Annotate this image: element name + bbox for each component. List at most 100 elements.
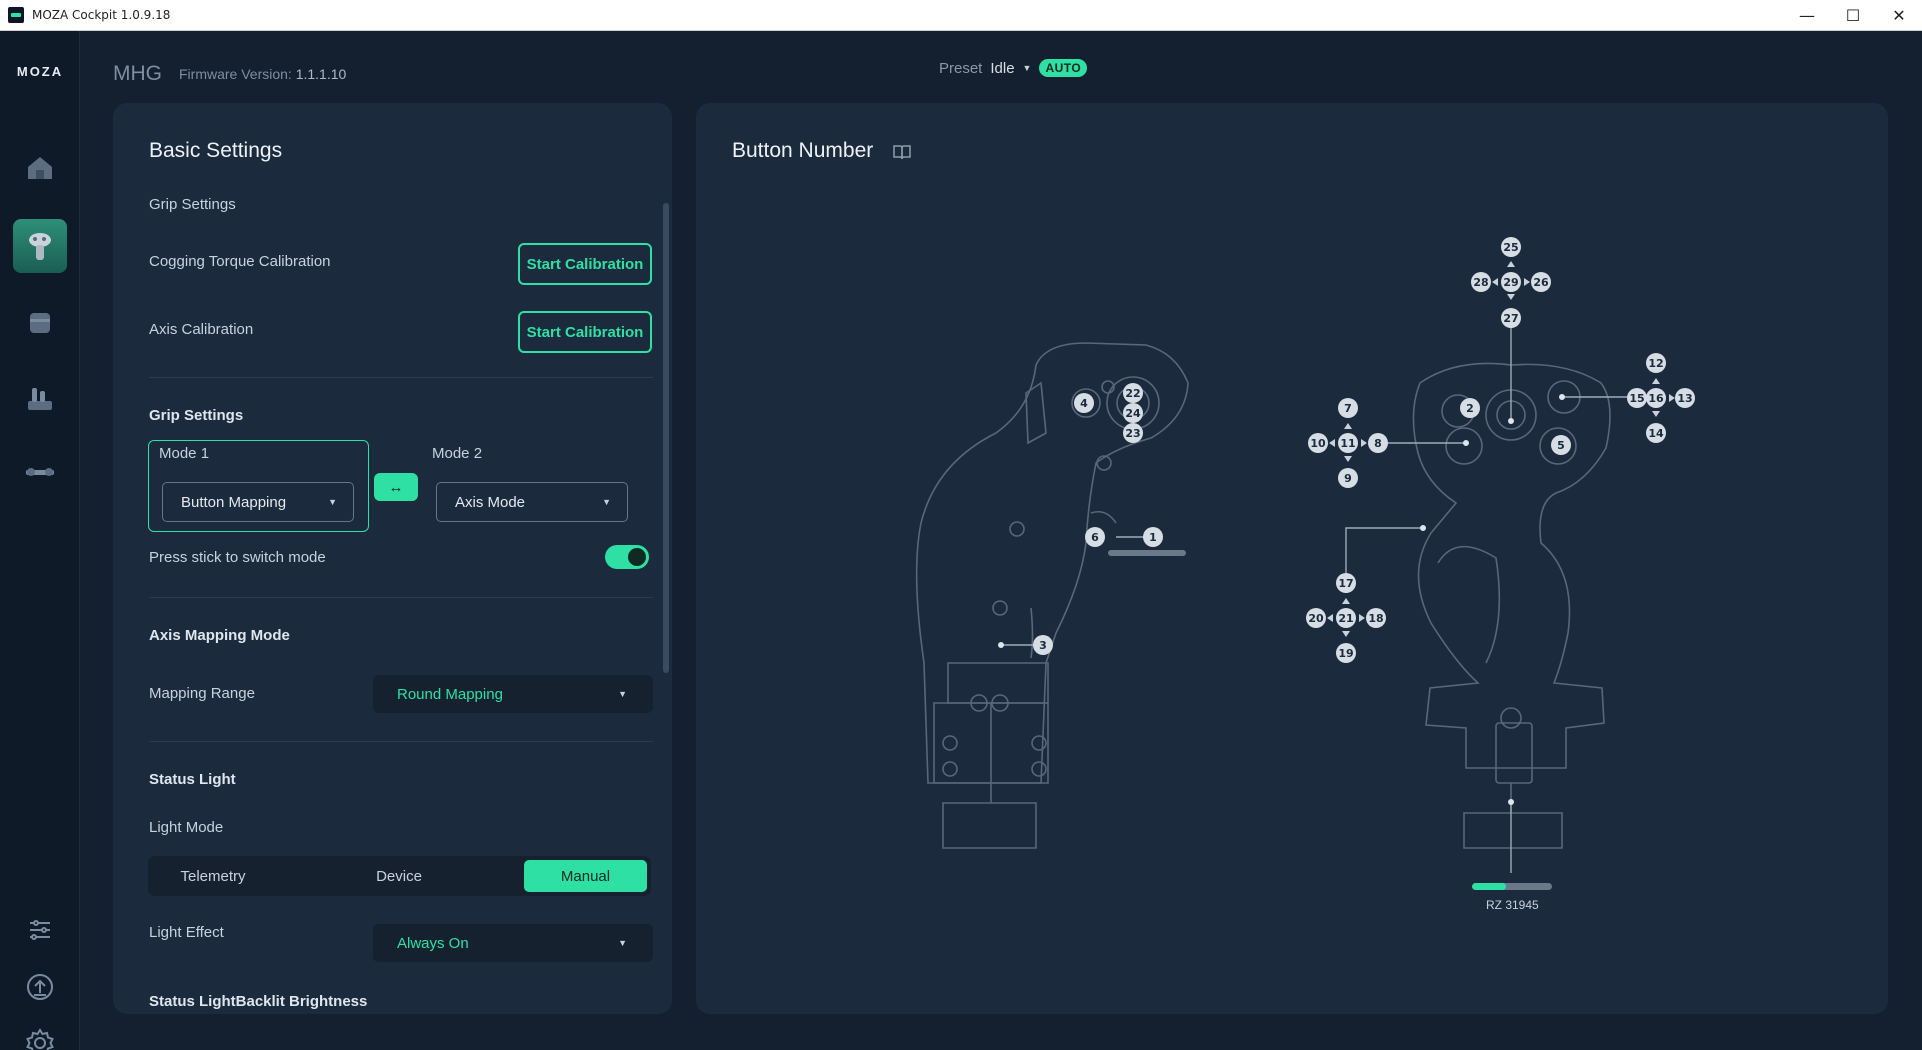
rudder-icon xyxy=(26,468,54,476)
swap-modes-button[interactable]: ↔ xyxy=(374,473,418,501)
button-badge-label-11: 11 xyxy=(1340,437,1355,450)
button-badge-label-5: 5 xyxy=(1557,439,1565,452)
button-badge-label-25: 25 xyxy=(1503,241,1518,254)
sidebar-item-joystick[interactable] xyxy=(13,219,67,273)
preset-label: Preset xyxy=(939,59,983,77)
window-controls: — ☐ ✕ xyxy=(1784,0,1922,31)
leader-lines xyxy=(1001,323,1633,873)
window-titlebar: MOZA Cockpit 1.0.9.18 — ☐ ✕ xyxy=(0,0,1922,31)
upload-icon xyxy=(27,974,53,1000)
auto-badge[interactable]: AUTO xyxy=(1039,59,1088,77)
button-badge-label-13: 13 xyxy=(1677,392,1692,405)
base-icon xyxy=(30,313,50,333)
button-badge-label-3: 3 xyxy=(1039,639,1047,652)
preset-value: Idle xyxy=(990,59,1015,77)
sidebar-item-tuning[interactable] xyxy=(13,903,67,957)
preset-selector[interactable]: Preset Idle ▼ AUTO xyxy=(939,59,1088,77)
press-stick-toggle[interactable] xyxy=(605,545,649,569)
joystick-icon xyxy=(29,233,51,260)
button-badge-label-9: 9 xyxy=(1344,472,1352,485)
button-badge-label-24: 24 xyxy=(1125,407,1141,420)
firmware-value: 1.1.1.10 xyxy=(295,66,347,82)
chevron-down-icon: ▼ xyxy=(328,497,337,507)
grip-side-view xyxy=(915,342,1189,849)
cogging-start-calibration-button[interactable]: Start Calibration xyxy=(518,243,652,285)
chevron-down-icon: ▼ xyxy=(1022,63,1032,73)
light-effect-label: Light Effect xyxy=(149,924,224,941)
home-icon xyxy=(28,157,52,179)
divider xyxy=(149,741,653,742)
gear-icon xyxy=(26,1028,54,1050)
backlit-brightness-heading: Status LightBacklit Brightness xyxy=(149,993,368,1010)
sidebar-item-home[interactable] xyxy=(13,141,67,195)
basic-settings-panel: Basic Settings Grip Settings Cogging Tor… xyxy=(113,103,672,1014)
light-mode-label: Light Mode xyxy=(149,819,224,836)
sidebar-item-rudder[interactable] xyxy=(13,445,67,499)
firmware-label: Firmware Version: xyxy=(179,66,292,82)
button-badge-label-29: 29 xyxy=(1503,276,1518,289)
scrollbar[interactable] xyxy=(663,203,669,673)
button-badge-label-21: 21 xyxy=(1338,612,1353,625)
mode2-select[interactable]: Axis Mode ▼ xyxy=(436,482,628,522)
mapping-range-select[interactable]: Round Mapping ▼ xyxy=(373,675,653,713)
light-mode-device[interactable]: Device xyxy=(338,860,460,892)
side-rz-bar xyxy=(1108,550,1186,556)
button-badge-label-26: 26 xyxy=(1533,276,1549,289)
press-stick-label: Press stick to switch mode xyxy=(149,549,326,566)
rz-axis-fill xyxy=(1472,883,1506,890)
mapping-range-value: Round Mapping xyxy=(397,685,503,703)
grip-settings-heading: Grip Settings xyxy=(149,407,244,424)
button-badge-label-12: 12 xyxy=(1648,357,1663,370)
mode2-label: Mode 2 xyxy=(432,445,483,462)
mode1-label: Mode 1 xyxy=(159,445,210,462)
close-button[interactable]: ✕ xyxy=(1876,0,1922,31)
light-mode-manual[interactable]: Manual xyxy=(524,860,647,892)
divider xyxy=(149,377,653,378)
minimize-button[interactable]: — xyxy=(1784,0,1830,31)
button-badge-label-15: 15 xyxy=(1629,392,1644,405)
light-mode-segmented: Telemetry Device Manual xyxy=(148,856,651,896)
mode1-select[interactable]: Button Mapping ▼ xyxy=(162,482,354,522)
light-mode-telemetry[interactable]: Telemetry xyxy=(152,860,274,892)
button-badge-label-16: 16 xyxy=(1648,392,1664,405)
chevron-down-icon: ▼ xyxy=(602,497,611,507)
button-badge-label-8: 8 xyxy=(1374,437,1382,450)
mapping-range-label: Mapping Range xyxy=(149,685,255,702)
rz-axis-label: RZ 31945 xyxy=(1486,898,1539,912)
mode2-value: Axis Mode xyxy=(455,493,526,511)
sidebar-item-throttle[interactable] xyxy=(13,371,67,425)
sliders-icon xyxy=(30,920,50,940)
button-badge-label-14: 14 xyxy=(1648,427,1664,440)
button-badge-label-17: 17 xyxy=(1338,577,1353,590)
sidebar-item-settings[interactable] xyxy=(13,1016,67,1050)
button-badge-label-23: 23 xyxy=(1125,427,1140,440)
button-badge-label-4: 4 xyxy=(1080,397,1088,410)
button-badge-label-2: 2 xyxy=(1466,402,1474,415)
basic-settings-title: Basic Settings xyxy=(149,139,283,162)
button-badge-label-10: 10 xyxy=(1310,437,1326,450)
button-badges: 2528 29 26271215 16 1314710 11 891720 21 1819254… xyxy=(1033,237,1695,663)
button-badge-label-6: 6 xyxy=(1091,531,1099,544)
divider xyxy=(149,597,653,598)
button-badge-label-7: 7 xyxy=(1344,402,1352,415)
window-title: MOZA Cockpit 1.0.9.18 xyxy=(32,8,171,22)
grip-diagram: 2528 29 26271215 16 1314710 11 891720 21 1819254… xyxy=(915,237,1695,873)
throttle-icon xyxy=(28,388,52,410)
light-effect-select[interactable]: Always On ▼ xyxy=(373,924,653,962)
chevron-down-icon: ▼ xyxy=(618,938,627,948)
firmware-version: Firmware Version: 1.1.1.10 xyxy=(179,66,346,82)
button-number-panel: Button Number 25 28 29 26 27 12 15 16 13… xyxy=(696,103,1888,1014)
moza-logo: MOZA xyxy=(16,64,64,79)
status-light-heading: Status Light xyxy=(149,771,236,788)
maximize-button[interactable]: ☐ xyxy=(1830,0,1876,31)
mode1-value: Button Mapping xyxy=(181,493,287,511)
sidebar-item-update[interactable] xyxy=(13,960,67,1014)
sidebar-item-base[interactable] xyxy=(13,295,67,349)
sidebar: MOZA xyxy=(0,31,80,1050)
axis-calibration-label: Axis Calibration xyxy=(149,321,254,338)
button-badge-label-22: 22 xyxy=(1125,387,1140,400)
rz-axis-bar xyxy=(1472,883,1552,890)
button-badge-label-20: 20 xyxy=(1308,612,1324,625)
button-badge-label-28: 28 xyxy=(1473,276,1488,289)
axis-start-calibration-button[interactable]: Start Calibration xyxy=(518,311,652,353)
